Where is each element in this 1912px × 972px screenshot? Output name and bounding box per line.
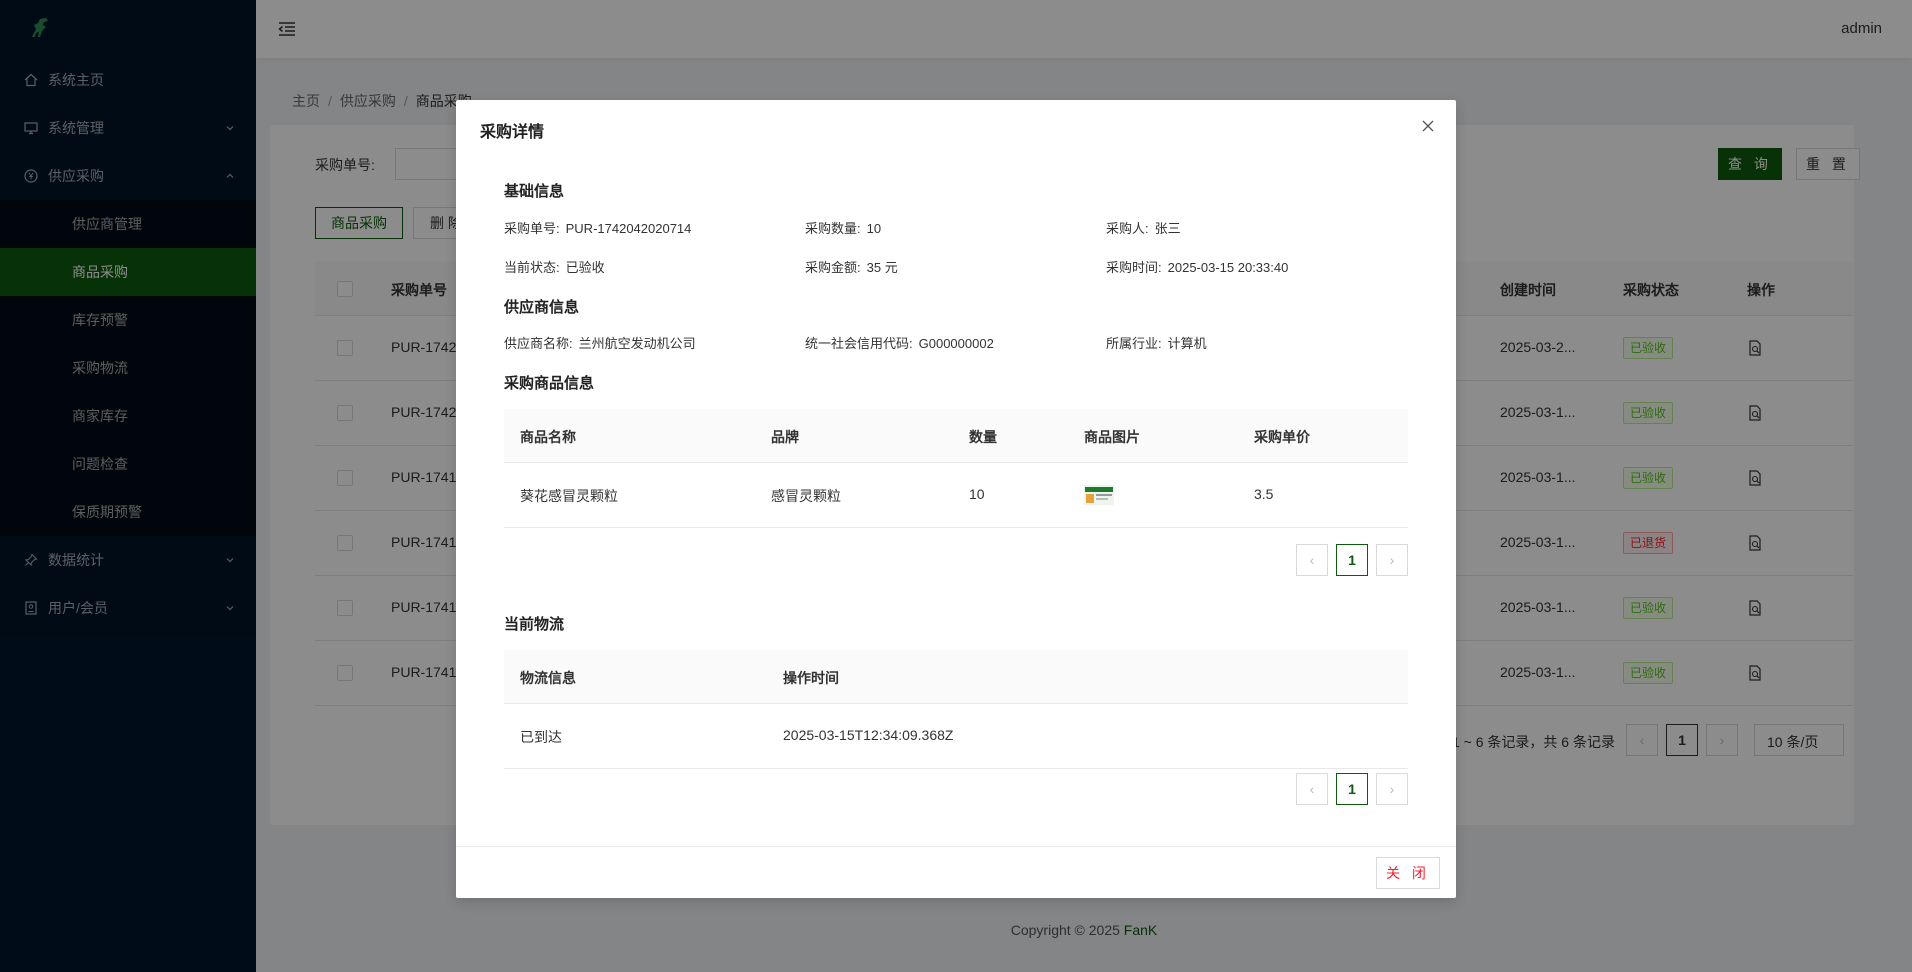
close-icon[interactable] bbox=[1420, 118, 1436, 134]
field-value: 2025-03-15 20:33:40 bbox=[1167, 260, 1289, 275]
logistics-table-header: 物流信息 操作时间 bbox=[504, 650, 1408, 704]
field-value: PUR-1742042020714 bbox=[565, 221, 692, 236]
chevron-right-icon: › bbox=[1389, 781, 1395, 797]
field-supplier-name: 供应商名称: 兰州航空发动机公司 bbox=[504, 333, 696, 352]
field-value: 10 bbox=[866, 221, 882, 236]
th-unit-price: 采购单价 bbox=[1254, 429, 1310, 445]
logistics-prev-page-button[interactable]: ‹ bbox=[1296, 773, 1328, 805]
chevron-left-icon: ‹ bbox=[1309, 552, 1315, 568]
modal-footer: 关 闭 bbox=[456, 846, 1456, 898]
field-status: 当前状态: 已验收 bbox=[504, 257, 605, 276]
cell-goods-name: 葵花感冒灵颗粒 bbox=[520, 488, 618, 504]
goods-table-header: 商品名称 品牌 数量 商品图片 采购单价 bbox=[504, 409, 1408, 463]
field-value: 兰州航空发动机公司 bbox=[578, 336, 696, 351]
field-value: 张三 bbox=[1154, 221, 1181, 236]
cell-unit-price: 3.5 bbox=[1254, 486, 1274, 502]
field-value: 计算机 bbox=[1167, 336, 1207, 351]
field-key: 供应商名称: bbox=[504, 336, 573, 351]
field-key: 所属行业: bbox=[1106, 336, 1162, 351]
chevron-right-icon: › bbox=[1389, 552, 1395, 568]
goods-prev-page-button[interactable]: ‹ bbox=[1296, 544, 1328, 576]
field-key: 统一社会信用代码: bbox=[805, 336, 913, 351]
goods-page-number-button[interactable]: 1 bbox=[1336, 544, 1368, 576]
th-goods-image: 商品图片 bbox=[1084, 429, 1140, 445]
field-key: 采购时间: bbox=[1106, 260, 1162, 275]
cell-quantity: 10 bbox=[969, 486, 985, 502]
th-logistics-info: 物流信息 bbox=[520, 670, 576, 686]
field-amount: 采购金额: 35 元 bbox=[805, 257, 898, 276]
th-goods-name: 商品名称 bbox=[520, 429, 576, 445]
field-key: 采购单号: bbox=[504, 221, 560, 236]
field-order-no: 采购单号: PUR-1742042020714 bbox=[504, 218, 691, 237]
close-button[interactable]: 关 闭 bbox=[1376, 857, 1440, 889]
th-quantity: 数量 bbox=[969, 429, 997, 445]
section-title-basic: 基础信息 bbox=[504, 183, 565, 200]
logistics-page-number-button[interactable]: 1 bbox=[1336, 773, 1368, 805]
section-title-logistics: 当前物流 bbox=[504, 616, 565, 633]
field-purchase-time: 采购时间: 2025-03-15 20:33:40 bbox=[1106, 257, 1288, 276]
section-title-goods: 采购商品信息 bbox=[504, 375, 595, 392]
chevron-left-icon: ‹ bbox=[1309, 781, 1315, 797]
th-operation-time: 操作时间 bbox=[783, 670, 839, 686]
cell-brand: 感冒灵颗粒 bbox=[771, 488, 841, 504]
th-brand: 品牌 bbox=[771, 429, 799, 445]
field-key: 采购金额: bbox=[805, 260, 861, 275]
field-key: 当前状态: bbox=[504, 260, 560, 275]
modal-title: 采购详情 bbox=[480, 124, 545, 141]
logistics-next-page-button[interactable]: › bbox=[1376, 773, 1408, 805]
field-key: 采购数量: bbox=[805, 221, 861, 236]
field-value: 已验收 bbox=[565, 260, 605, 275]
goods-next-page-button[interactable]: › bbox=[1376, 544, 1408, 576]
logistics-table-row: 已到达 2025-03-15T12:34:09.368Z bbox=[504, 704, 1408, 769]
field-credit-code: 统一社会信用代码: G000000002 bbox=[805, 333, 994, 352]
field-value: 35 元 bbox=[866, 260, 898, 275]
field-value: G000000002 bbox=[918, 336, 994, 351]
purchase-detail-modal: 采购详情 基础信息 采购单号: PUR-1742042020714 采购数量: 10… bbox=[456, 100, 1456, 898]
field-industry: 所属行业: 计算机 bbox=[1106, 333, 1207, 352]
cell-operation-time: 2025-03-15T12:34:09.368Z bbox=[783, 727, 954, 743]
field-key: 采购人: bbox=[1106, 221, 1149, 236]
cell-logistics-info: 已到达 bbox=[520, 729, 562, 745]
field-buyer: 采购人: 张三 bbox=[1106, 218, 1181, 237]
field-quantity: 采购数量: 10 bbox=[805, 218, 881, 237]
product-image[interactable] bbox=[1084, 485, 1114, 505]
goods-table-row: 葵花感冒灵颗粒 感冒灵颗粒 10 3.5 bbox=[504, 463, 1408, 528]
section-title-supplier: 供应商信息 bbox=[504, 299, 580, 316]
